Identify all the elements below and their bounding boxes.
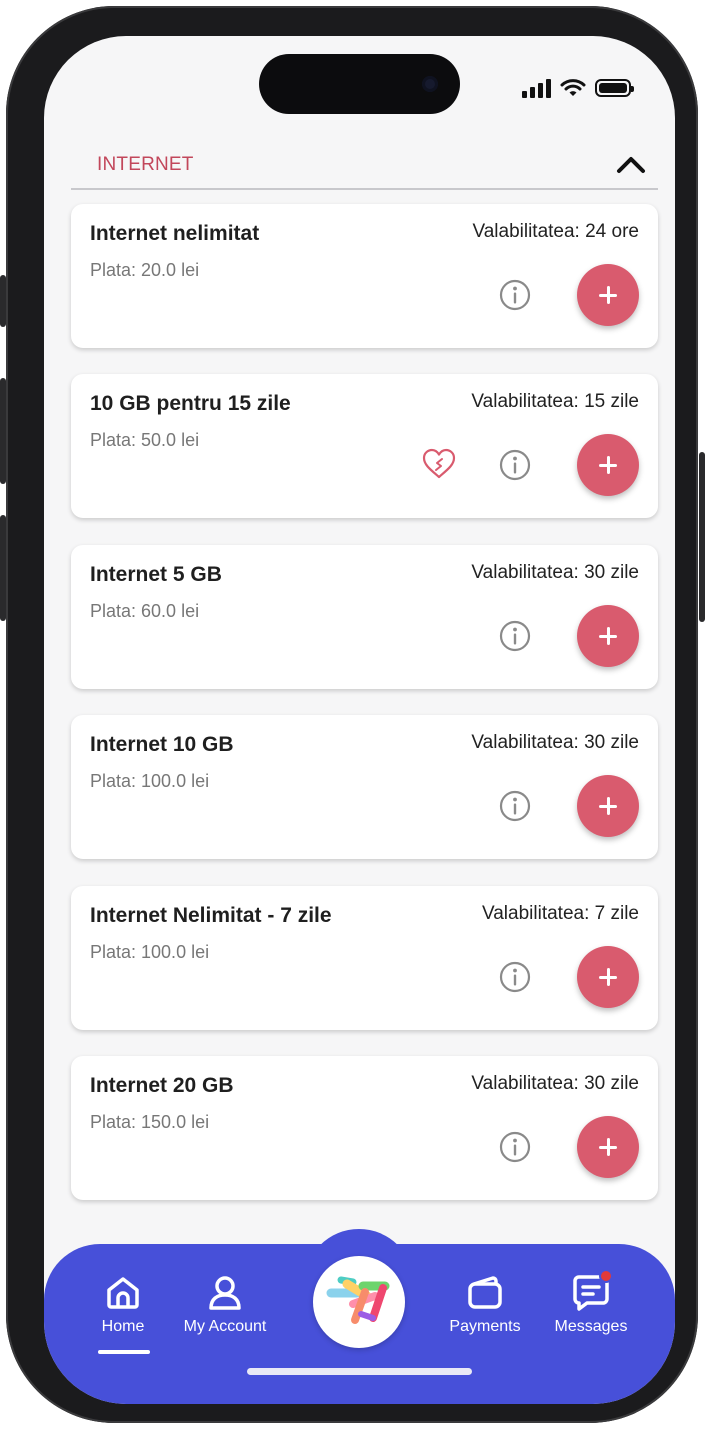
package-card[interactable]: Internet 10 GB Plata: 100.0 lei Valabili… bbox=[71, 715, 658, 859]
package-price: Plata: 100.0 lei bbox=[90, 771, 210, 791]
package-title: Internet Nelimitat - 7 zile bbox=[90, 904, 332, 927]
add-package-button[interactable] bbox=[577, 434, 639, 496]
app-screen: INTERNET Internet nelimitat Plata: 20.0 … bbox=[44, 36, 675, 1404]
package-card[interactable]: Internet 5 GB Plata: 60.0 lei Valabilita… bbox=[71, 545, 658, 689]
package-validity: Valabilitatea: 30 zile bbox=[471, 1073, 639, 1094]
info-icon[interactable] bbox=[498, 960, 532, 994]
package-validity: Valabilitatea: 15 zile bbox=[471, 391, 639, 412]
info-icon[interactable] bbox=[498, 619, 532, 653]
package-card[interactable]: 10 GB pentru 15 zile Plata: 50.0 lei Val… bbox=[71, 374, 658, 518]
nav-payments[interactable]: Payments bbox=[425, 1272, 545, 1336]
info-icon[interactable] bbox=[498, 278, 532, 312]
package-card[interactable]: Internet nelimitat Plata: 20.0 lei Valab… bbox=[71, 204, 658, 348]
package-validity: Valabilitatea: 30 zile bbox=[471, 732, 639, 753]
status-bar bbox=[522, 78, 634, 98]
package-price: Plata: 50.0 lei bbox=[90, 430, 200, 450]
nav-payments-label: Payments bbox=[449, 1318, 521, 1335]
info-icon[interactable] bbox=[498, 448, 532, 482]
nav-messages-label: Messages bbox=[554, 1318, 628, 1335]
add-package-button[interactable] bbox=[577, 1116, 639, 1178]
home-icon bbox=[107, 1277, 139, 1309]
package-price: Plata: 150.0 lei bbox=[90, 1112, 210, 1132]
package-price: Plata: 100.0 lei bbox=[90, 942, 210, 962]
wallet-icon bbox=[468, 1276, 502, 1309]
shopping-cart-logo-icon bbox=[326, 1276, 390, 1324]
power-button bbox=[699, 452, 705, 622]
package-title: Internet nelimitat bbox=[90, 222, 260, 245]
add-package-button[interactable] bbox=[577, 264, 639, 326]
heart-icon[interactable] bbox=[421, 446, 457, 482]
package-title: Internet 5 GB bbox=[90, 563, 222, 586]
info-icon[interactable] bbox=[498, 1130, 532, 1164]
notification-badge bbox=[599, 1269, 613, 1283]
battery-icon bbox=[595, 79, 634, 97]
camera-icon bbox=[422, 76, 438, 92]
chevron-up-icon[interactable] bbox=[614, 150, 648, 178]
info-icon[interactable] bbox=[498, 789, 532, 823]
package-validity: Valabilitatea: 30 zile bbox=[471, 562, 639, 583]
section-header[interactable]: INTERNET bbox=[71, 136, 658, 190]
home-indicator[interactable] bbox=[247, 1368, 472, 1375]
package-title: Internet 10 GB bbox=[90, 733, 234, 756]
package-price: Plata: 60.0 lei bbox=[90, 601, 200, 621]
section-title: INTERNET bbox=[97, 154, 194, 175]
phone-frame: INTERNET Internet nelimitat Plata: 20.0 … bbox=[6, 6, 698, 1423]
package-price: Plata: 20.0 lei bbox=[90, 260, 200, 280]
nav-my-account-label: My Account bbox=[183, 1318, 267, 1335]
nav-my-account[interactable]: My Account bbox=[165, 1272, 285, 1336]
package-title: Internet 20 GB bbox=[90, 1074, 234, 1097]
shop-button[interactable] bbox=[313, 1256, 405, 1348]
add-package-button[interactable] bbox=[577, 605, 639, 667]
package-validity: Valabilitatea: 24 ore bbox=[472, 221, 639, 242]
signal-icon bbox=[522, 78, 551, 98]
package-validity: Valabilitatea: 7 zile bbox=[481, 903, 639, 924]
wifi-icon bbox=[560, 79, 586, 96]
active-tab-indicator bbox=[98, 1350, 150, 1354]
dynamic-island bbox=[259, 54, 460, 114]
user-icon bbox=[209, 1276, 241, 1310]
nav-messages[interactable]: Messages bbox=[531, 1269, 651, 1336]
add-package-button[interactable] bbox=[577, 775, 639, 837]
package-title: 10 GB pentru 15 zile bbox=[90, 392, 291, 415]
package-card[interactable]: Internet Nelimitat - 7 zile Plata: 100.0… bbox=[71, 886, 658, 1030]
package-card[interactable]: Internet 20 GB Plata: 150.0 lei Valabili… bbox=[71, 1056, 658, 1200]
add-package-button[interactable] bbox=[577, 946, 639, 1008]
